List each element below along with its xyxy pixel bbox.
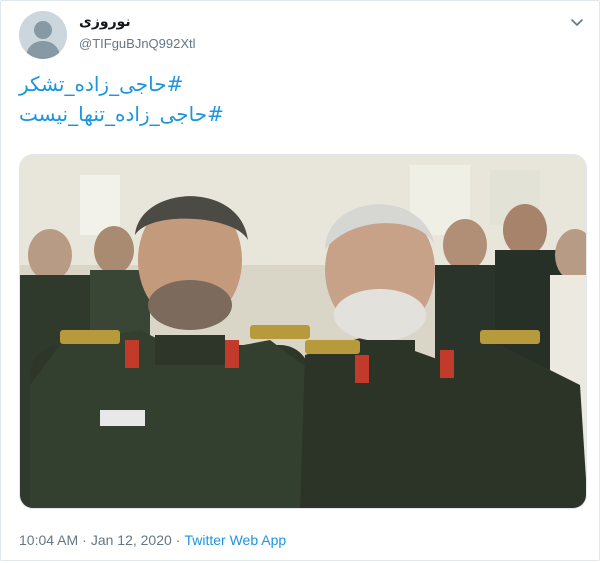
tweet-card: نوروزی @TIFguBJnQ992Xtl #حاجی_زاده_تشکر … bbox=[0, 0, 600, 561]
author-name-text: نوروزی bbox=[79, 14, 131, 30]
chevron-down-icon bbox=[571, 19, 583, 26]
avatar[interactable] bbox=[19, 11, 67, 59]
default-avatar-icon bbox=[19, 11, 67, 59]
hashtag-link[interactable]: #حاجی_زاده_تشکر bbox=[19, 69, 269, 99]
tweet-time[interactable]: 10:04 AM bbox=[19, 532, 78, 548]
tweet-source-link[interactable]: Twitter Web App bbox=[184, 532, 286, 548]
tweet-menu-button[interactable] bbox=[568, 13, 586, 31]
author-name[interactable]: نوروزی bbox=[79, 14, 139, 30]
hashtag-link[interactable]: #حاجی_زاده_تنها_نیست bbox=[19, 99, 269, 129]
tweet-text: #حاجی_زاده_تشکر #حاجی_زاده_تنها_نیست bbox=[19, 69, 269, 129]
tweet-date[interactable]: Jan 12, 2020 bbox=[91, 532, 172, 548]
photo-image bbox=[20, 155, 586, 508]
meta-separator: · bbox=[82, 532, 87, 548]
meta-separator: · bbox=[175, 532, 181, 548]
tweet-meta: 10:04 AM · Jan 12, 2020 · Twitter Web App bbox=[19, 532, 286, 548]
author-handle[interactable]: @TIFguBJnQ992Xtl bbox=[79, 36, 196, 51]
tweet-photo[interactable] bbox=[19, 154, 587, 509]
